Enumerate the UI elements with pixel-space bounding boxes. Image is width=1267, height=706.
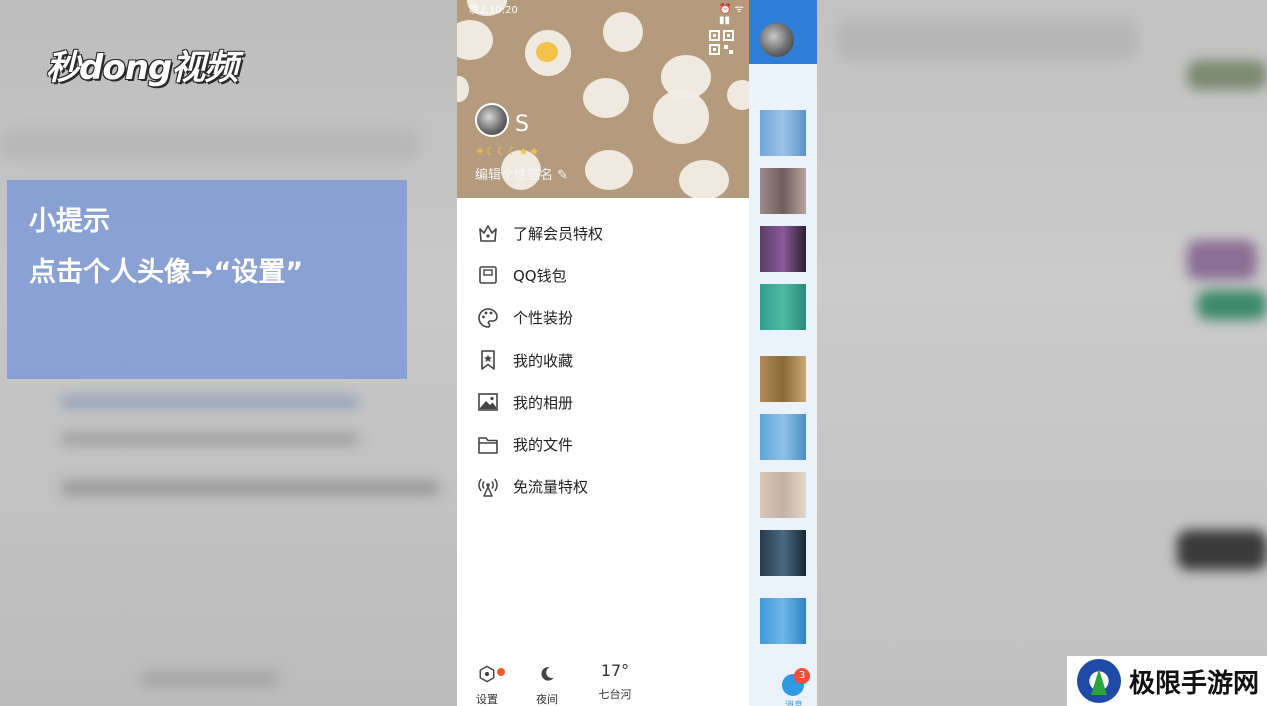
- menu-item-label: 我的收藏: [513, 351, 574, 370]
- menu-item-vip[interactable]: 了解会员特权: [457, 212, 749, 254]
- night-mode-button[interactable]: 夜间: [517, 660, 577, 706]
- level-icons[interactable]: ☀☾☾☾★★: [475, 145, 540, 158]
- bun-pattern: [727, 80, 749, 110]
- profile-header[interactable]: 晚上10:20 ⏰ ᯤ ▮▮ S ☀☾☾☾★★ 编辑个性签名 ✎: [457, 0, 749, 198]
- contact-avatar[interactable]: [760, 598, 806, 644]
- weather-location: 七台河: [598, 688, 632, 701]
- antenna-icon: [478, 478, 498, 497]
- menu-item-files[interactable]: 我的文件: [457, 423, 749, 465]
- bun-pattern: [603, 12, 643, 52]
- conversation-list[interactable]: 3 消息: [749, 0, 817, 706]
- menu-item-label: 我的文件: [513, 436, 574, 455]
- side-drawer: 晚上10:20 ⏰ ᯤ ▮▮ S ☀☾☾☾★★ 编辑个性签名 ✎ 了解会员特权 …: [457, 0, 749, 706]
- settings-label: 设置: [476, 693, 498, 706]
- bookmark-icon: [481, 350, 495, 370]
- tip-title: 小提示: [29, 206, 110, 237]
- bun-pattern: [679, 160, 729, 198]
- blurred-row: [1187, 240, 1257, 280]
- tip-text: 点击个人头像➞“设置”: [29, 257, 304, 288]
- crown-icon: [479, 225, 497, 242]
- contact-avatar[interactable]: [760, 226, 806, 272]
- status-time: 晚上10:20: [469, 5, 518, 16]
- image-icon: [478, 393, 498, 412]
- menu-item-favorites[interactable]: 我的收藏: [457, 339, 749, 381]
- drawer-bottom-bar: 设置 夜间 17° 七台河: [457, 660, 749, 706]
- blurred-row: [140, 670, 280, 688]
- phone-screen: 3 消息 晚上10:20 ⏰ ᯤ ▮▮ S ☀☾☾☾★★ 编辑个性签名 ✎ 了解…: [457, 0, 817, 706]
- menu-item-free-data[interactable]: 免流量特权: [457, 466, 749, 508]
- avatar[interactable]: [475, 103, 509, 137]
- contact-avatar[interactable]: [760, 530, 806, 576]
- avatar[interactable]: [760, 23, 794, 57]
- blurred-row: [1187, 60, 1267, 90]
- qr-code-icon[interactable]: [709, 30, 734, 55]
- tip-box: 小提示 点击个人头像➞“设置”: [7, 180, 407, 379]
- menu-item-label: 个性装扮: [513, 309, 574, 328]
- brand-logo: 秒dong视频: [46, 48, 238, 88]
- blurred-row: [0, 130, 420, 160]
- contact-avatar[interactable]: [760, 110, 806, 156]
- bun-pattern: [583, 78, 629, 118]
- temperature: 17°: [600, 661, 630, 680]
- contact-avatar[interactable]: [760, 168, 806, 214]
- settings-button[interactable]: 设置: [457, 660, 517, 706]
- weather-widget[interactable]: 17° 七台河: [585, 660, 645, 702]
- username[interactable]: S: [515, 112, 529, 137]
- unread-badge: 3: [794, 668, 810, 684]
- moon-icon: [541, 667, 554, 681]
- contact-avatar[interactable]: [760, 414, 806, 460]
- blurred-row: [1197, 290, 1267, 320]
- blurred-row: [60, 432, 360, 446]
- menu-item-label: 我的相册: [513, 393, 574, 412]
- bear-pattern: [653, 90, 709, 144]
- settings-hexagon-icon: [479, 665, 495, 683]
- drawer-menu: 了解会员特权 QQ钱包 个性装扮 我的收藏 我的相册 我的文件 免流量特权: [457, 212, 749, 508]
- bun-pattern: [457, 20, 493, 60]
- contact-avatar[interactable]: [760, 284, 806, 330]
- menu-item-theme[interactable]: 个性装扮: [457, 297, 749, 339]
- conversation-list-header: [749, 0, 817, 64]
- blurred-row: [1177, 530, 1267, 570]
- bun-pattern: [457, 76, 469, 102]
- menu-item-album[interactable]: 我的相册: [457, 381, 749, 423]
- blurred-row: [837, 20, 1137, 60]
- menu-item-label: 免流量特权: [513, 478, 589, 497]
- edit-signature-link[interactable]: 编辑个性签名 ✎: [475, 164, 568, 183]
- menu-item-label: 了解会员特权: [513, 224, 604, 243]
- night-mode-label: 夜间: [536, 693, 558, 706]
- folder-icon: [478, 436, 498, 454]
- watermark-text: 极限手游网: [1129, 668, 1260, 699]
- menu-item-wallet[interactable]: QQ钱包: [457, 254, 749, 296]
- blurred-background-right: [817, 0, 1267, 706]
- watermark-logo-icon: [1077, 659, 1121, 703]
- menu-item-label: QQ钱包: [513, 266, 567, 285]
- blurred-row: [60, 480, 440, 496]
- corner-watermark: 极限手游网: [1067, 656, 1267, 706]
- bun-pattern: [585, 150, 633, 190]
- wallet-icon: [479, 266, 497, 285]
- settings-notification-dot: [497, 668, 505, 676]
- blurred-row: [60, 395, 360, 409]
- palette-icon: [478, 307, 498, 328]
- contact-avatar[interactable]: [760, 472, 806, 518]
- egg-yolk-pattern: [536, 42, 558, 62]
- message-tab-label[interactable]: 消息: [785, 698, 803, 706]
- contact-avatar[interactable]: [760, 356, 806, 402]
- status-icons: ⏰ ᯤ ▮▮: [719, 4, 744, 26]
